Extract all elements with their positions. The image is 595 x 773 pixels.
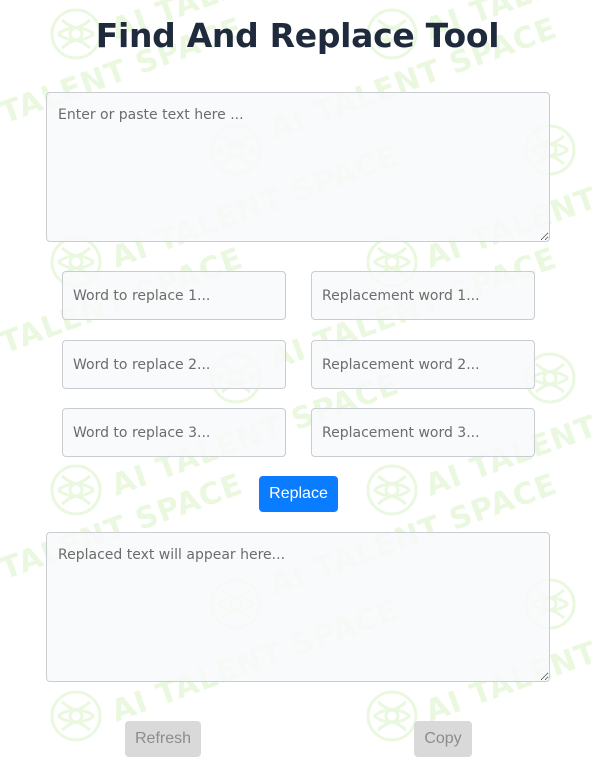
page-title: Find And Replace Tool xyxy=(95,16,500,55)
replacement-word-input-2[interactable] xyxy=(311,340,535,389)
find-word-input-2[interactable] xyxy=(62,340,286,389)
replacement-word-input-1[interactable] xyxy=(311,271,535,320)
replacement-word-input-3[interactable] xyxy=(311,408,535,457)
page: AI TALENT SPACE AI TALENT SPACE AI TALEN… xyxy=(0,0,595,773)
output-text-area[interactable] xyxy=(46,532,550,682)
find-word-input-1[interactable] xyxy=(62,271,286,320)
find-word-input-3[interactable] xyxy=(62,408,286,457)
refresh-button[interactable]: Refresh xyxy=(125,721,201,757)
copy-button[interactable]: Copy xyxy=(414,721,472,757)
replace-button[interactable]: Replace xyxy=(259,476,338,512)
input-text-area[interactable] xyxy=(46,92,550,242)
